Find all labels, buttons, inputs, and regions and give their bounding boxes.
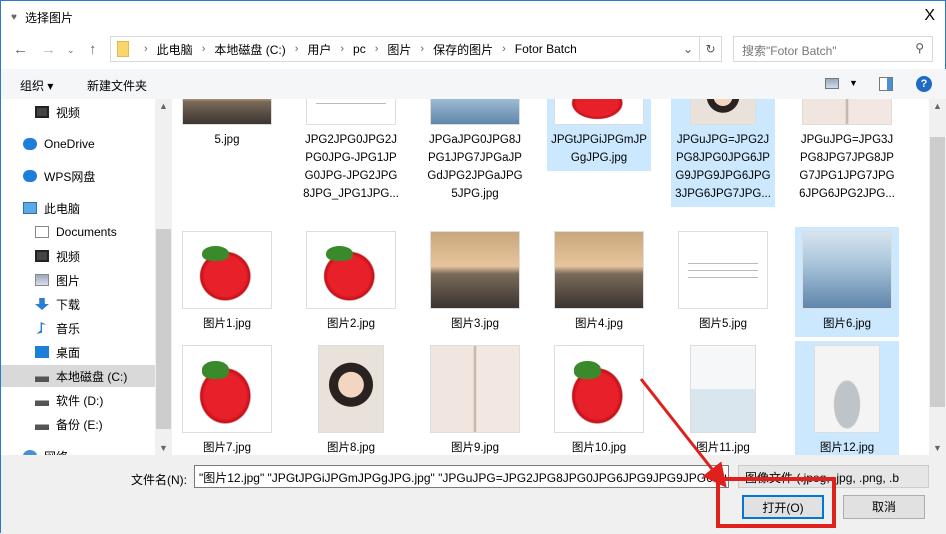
annotation-arrow bbox=[639, 378, 727, 488]
